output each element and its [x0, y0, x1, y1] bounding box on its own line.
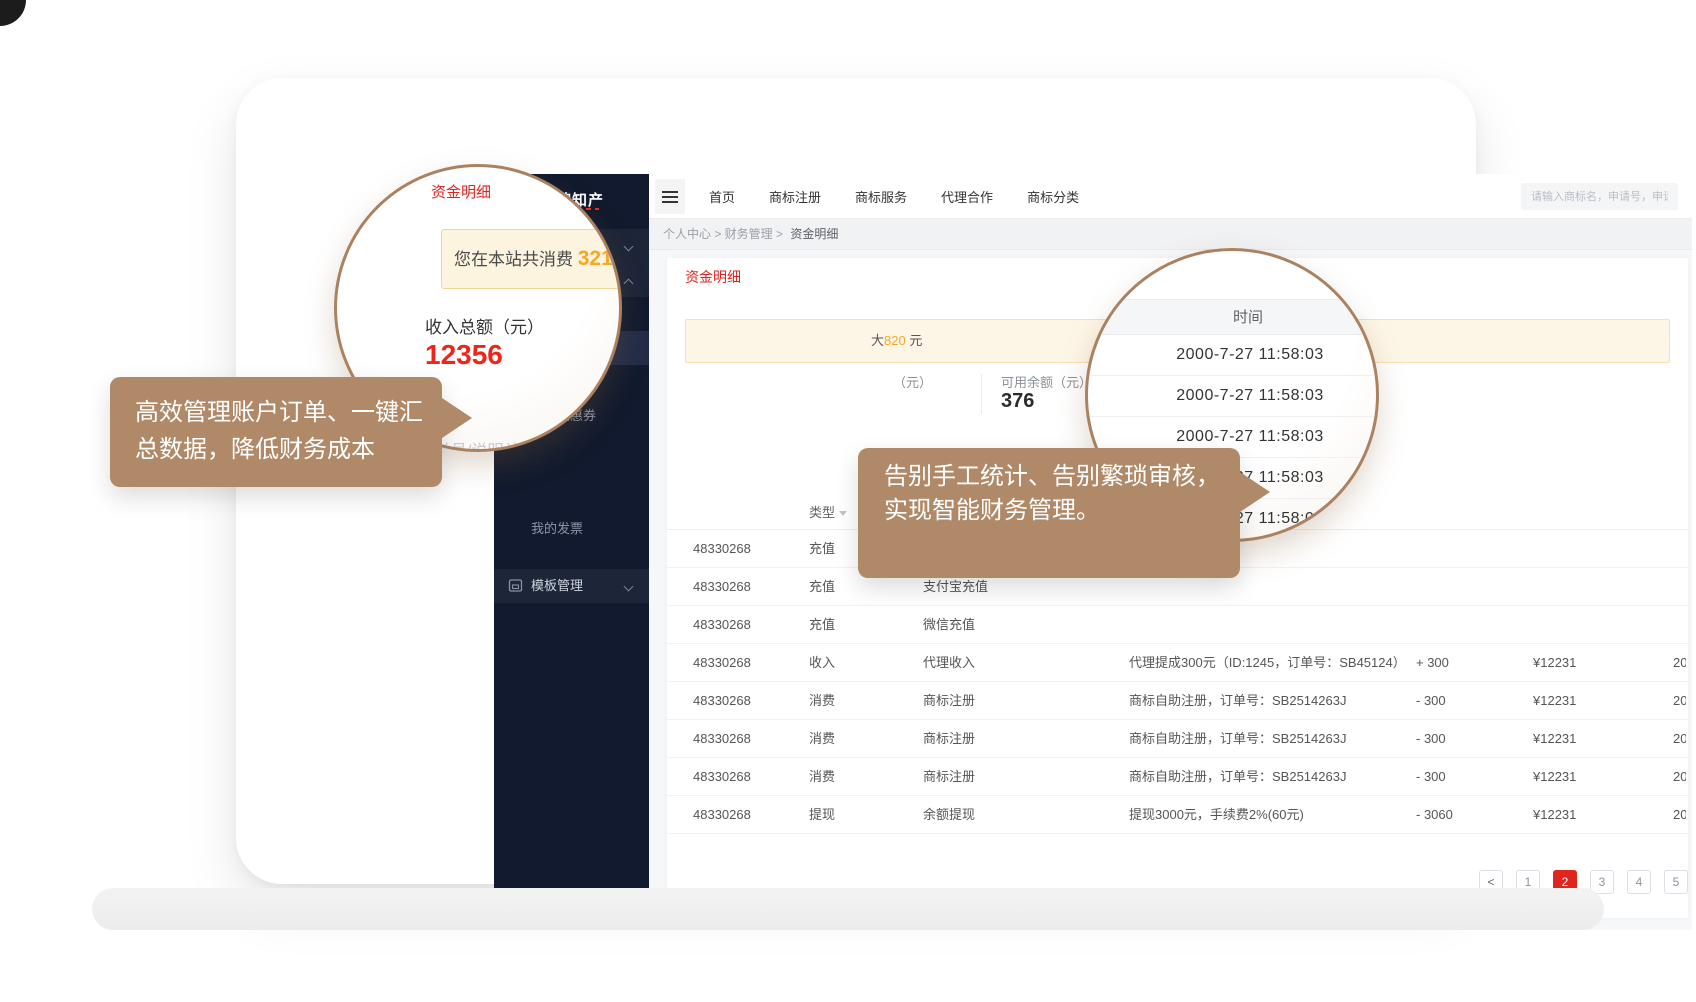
breadcrumb-current: 资金明细 [790, 227, 838, 241]
chevron-up-icon [624, 279, 634, 289]
cell-item: 微信充值 [923, 606, 975, 643]
cell-amount: - 300 [1416, 758, 1446, 795]
top-nav: 首页 商标注册 商标服务 代理合作 商标分类 [709, 174, 1079, 219]
pagination-page-button[interactable]: 4 [1627, 870, 1651, 894]
cell-order-no: 48330268 [693, 720, 751, 757]
template-icon [508, 578, 523, 593]
cell-time-clipped: 2000-7-27 11:58:03 [1673, 758, 1686, 795]
cell-item: 商标注册 [923, 720, 975, 757]
cell-type: 充值 [809, 530, 835, 567]
cell-desc: 商标自助注册，订单号：SB2514263J [1129, 720, 1346, 757]
cell-balance: ¥12231 [1533, 796, 1576, 833]
column-header-type[interactable]: 类型 [809, 498, 847, 528]
top-nav-item[interactable]: 代理合作 [941, 187, 993, 206]
table-row: 48330268 消费 商标注册 商标自助注册，订单号：SB2514263J -… [667, 758, 1688, 796]
cell-type: 消费 [809, 720, 835, 757]
cell-desc: 商标自助注册，订单号：SB2514263J [1129, 682, 1346, 719]
top-nav-item[interactable]: 商标注册 [769, 187, 821, 206]
cell-order-no: 48330268 [693, 568, 751, 605]
cell-item: 商标注册 [923, 682, 975, 719]
lens-time-value: 2000-7-27 11:58:03 [1088, 376, 1379, 417]
breadcrumb: 个人中心 > 财务管理 > 资金明细 [649, 219, 1692, 250]
available-balance-label: 可用余额（元） [1001, 372, 1092, 391]
cell-order-no: 48330268 [693, 644, 751, 681]
cell-amount: + 300 [1416, 644, 1449, 681]
lens-tab-title: 资金明细 [431, 181, 491, 202]
cell-order-no: 48330268 [693, 796, 751, 833]
lens-banner-amount: 32124 [578, 247, 622, 270]
cell-time-clipped: 2000-7-27 11:58:03 [1673, 796, 1686, 833]
available-balance-value: 376 [1001, 390, 1034, 413]
table-row: 48330268 消费 商标注册 商标自助注册，订单号：SB2514263J -… [667, 720, 1688, 758]
banner-amount: 820 [884, 333, 906, 348]
cell-balance: ¥12231 [1533, 682, 1576, 719]
cell-type: 提现 [809, 796, 835, 833]
stat-divider [981, 374, 982, 414]
cell-balance: ¥12231 [1533, 720, 1576, 757]
cell-amount: - 300 [1416, 682, 1446, 719]
hamburger-menu-icon[interactable] [655, 179, 685, 214]
cell-amount: - 300 [1416, 720, 1446, 757]
top-nav-item[interactable]: 商标服务 [855, 187, 907, 206]
cell-item: 商标注册 [923, 758, 975, 795]
lens-time-header: 时间 [1088, 299, 1379, 335]
table-row: 48330268 消费 商标注册 商标自助注册，订单号：SB2514263J -… [667, 682, 1688, 720]
chevron-down-icon [624, 242, 634, 252]
table-row: 48330268 收入 代理收入 代理提成300元（ID:1245，订单号：SB… [667, 644, 1688, 682]
sidebar-subitem-label: 我的发票 [531, 512, 583, 546]
sidebar-item-label: 模板管理 [531, 569, 583, 603]
cell-desc: 代理提成300元（ID:1245，订单号：SB45124） [1129, 644, 1406, 681]
top-nav-item[interactable]: 商标分类 [1027, 187, 1079, 206]
cell-time-clipped: 2000-7-27 11:58:03 [1673, 644, 1686, 681]
pagination-page-button[interactable]: 5 [1664, 870, 1688, 894]
cell-time-clipped: 2000-7-27 11:58:03 [1673, 720, 1686, 757]
stat-mid-label: （元） [893, 372, 932, 391]
lens-banner: 您在本站共消费 32124 大 [441, 229, 622, 289]
cell-desc: 商标自助注册，订单号：SB2514263J [1129, 758, 1346, 795]
trademark-search-input[interactable] [1521, 183, 1678, 210]
callout-right: 告别手工统计、告别繁琐审核，实现智能财务管理。 [858, 448, 1240, 578]
cell-type: 充值 [809, 568, 835, 605]
lens-income-value: 12356 [425, 339, 503, 371]
cell-order-no: 48330268 [693, 530, 751, 567]
cell-type: 充值 [809, 606, 835, 643]
laptop-base [92, 888, 1604, 930]
sidebar-item-template[interactable]: 模板管理 [494, 569, 649, 603]
cell-order-no: 48330268 [693, 682, 751, 719]
cell-desc: 提现3000元，手续费2%(60元) [1129, 796, 1304, 833]
table-row: 48330268 提现 余额提现 提现3000元，手续费2%(60元) - 30… [667, 796, 1688, 834]
lens-time-value: 2000-7-27 11:58:03 [1088, 335, 1379, 376]
cell-item: 代理收入 [923, 644, 975, 681]
chevron-down-icon [624, 582, 634, 592]
page: P 头牌知产 账户管理 财务管理 [0, 0, 1696, 1002]
corner-artifact [0, 0, 26, 26]
cell-balance: ¥12231 [1533, 758, 1576, 795]
lens-income-label: 收入总额（元） [425, 313, 544, 338]
topbar: 首页 商标注册 商标服务 代理合作 商标分类 [649, 174, 1692, 219]
table-row: 48330268 充值 微信充值 [667, 606, 1688, 644]
cell-order-no: 48330268 [693, 606, 751, 643]
cell-time-clipped: 2000-7-27 11:58:03 [1673, 682, 1686, 719]
top-nav-item[interactable]: 首页 [709, 187, 735, 206]
sidebar-subitem[interactable]: 我的发票 [494, 512, 649, 546]
callout-left: 高效管理账户订单、一键汇总数据，降低财务成本 [110, 377, 442, 487]
cell-type: 收入 [809, 644, 835, 681]
cell-type: 消费 [809, 758, 835, 795]
cell-order-no: 48330268 [693, 758, 751, 795]
banner-text: 大820 元 [871, 320, 922, 362]
sort-caret-icon [839, 511, 847, 516]
cell-balance: ¥12231 [1533, 644, 1576, 681]
cell-item: 余额提现 [923, 796, 975, 833]
cell-amount: - 3060 [1416, 796, 1453, 833]
breadcrumb-path: 个人中心 > 财务管理 > [663, 227, 783, 241]
tab-funds-detail[interactable]: 资金明细 [685, 267, 741, 287]
cell-type: 消费 [809, 682, 835, 719]
